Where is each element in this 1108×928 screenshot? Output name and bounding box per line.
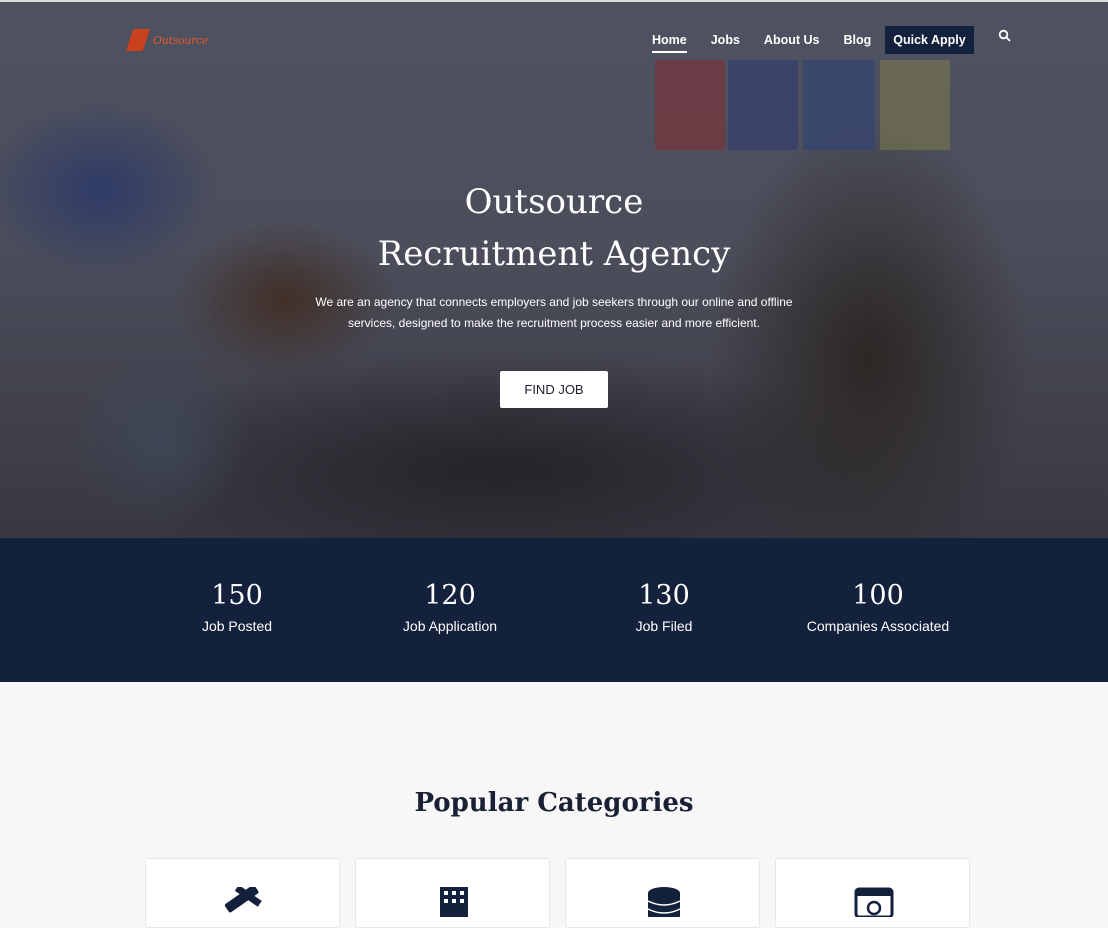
search-icon[interactable] bbox=[998, 29, 1012, 43]
stat-companies-associated: 100 Companies Associated bbox=[771, 578, 985, 634]
main-menu: Home Jobs About Us Blog Quick Apply bbox=[640, 26, 1012, 54]
building-icon bbox=[440, 887, 468, 917]
hero-title-line1: Outsource bbox=[464, 182, 644, 222]
nav-item-about-us[interactable]: About Us bbox=[764, 33, 820, 47]
category-card[interactable] bbox=[565, 858, 760, 928]
nav-item-home[interactable]: Home bbox=[652, 33, 687, 53]
category-card[interactable] bbox=[145, 858, 340, 928]
category-cards bbox=[145, 858, 970, 928]
hero-title: Outsource Recruitment Agency bbox=[0, 176, 1108, 280]
stat-value: 100 bbox=[852, 580, 904, 611]
stat-value: 120 bbox=[424, 580, 476, 611]
logo[interactable]: Outsource bbox=[126, 28, 210, 52]
hero-subtitle: We are an agency that connects employers… bbox=[0, 292, 1108, 334]
stat-label: Job Application bbox=[402, 618, 498, 634]
section-title: Popular Categories bbox=[414, 788, 694, 818]
stat-job-application: 120 Job Application bbox=[343, 578, 557, 634]
find-job-button[interactable]: FIND JOB bbox=[500, 371, 608, 408]
stat-job-filed: 130 Job Filed bbox=[557, 578, 771, 634]
stat-job-posted: 150 Job Posted bbox=[130, 578, 344, 634]
pencil-ruler-icon bbox=[224, 887, 262, 913]
stat-value: 130 bbox=[638, 580, 690, 611]
logo-text: Outsource bbox=[153, 33, 209, 47]
hero-section: Outsource Home Jobs About Us Blog Quick … bbox=[0, 0, 1108, 538]
browser-money-icon bbox=[854, 887, 894, 917]
stat-value: 150 bbox=[211, 580, 263, 611]
database-icon bbox=[647, 887, 681, 917]
category-card[interactable] bbox=[775, 858, 970, 928]
nav-item-blog[interactable]: Blog bbox=[843, 33, 871, 47]
stat-label: Companies Associated bbox=[806, 618, 950, 634]
popular-categories-section: Popular Categories bbox=[0, 682, 1108, 928]
stat-label: Job Posted bbox=[201, 618, 273, 634]
quick-apply-button[interactable]: Quick Apply bbox=[885, 26, 974, 54]
nav-item-jobs[interactable]: Jobs bbox=[711, 33, 740, 47]
stat-label: Job Filed bbox=[635, 618, 693, 634]
hero-subtitle-line2: services, designed to make the recruitme… bbox=[348, 316, 760, 330]
stats-bar: 150 Job Posted 120 Job Application 130 J… bbox=[0, 538, 1108, 682]
hero-title-line2: Recruitment Agency bbox=[377, 234, 731, 274]
category-card[interactable] bbox=[355, 858, 550, 928]
hero-content: Outsource Recruitment Agency We are an a… bbox=[0, 176, 1108, 408]
logo-mark-icon bbox=[126, 29, 150, 51]
hero-subtitle-line1: We are an agency that connects employers… bbox=[315, 295, 793, 309]
navbar: Outsource Home Jobs About Us Blog Quick … bbox=[0, 0, 1108, 80]
